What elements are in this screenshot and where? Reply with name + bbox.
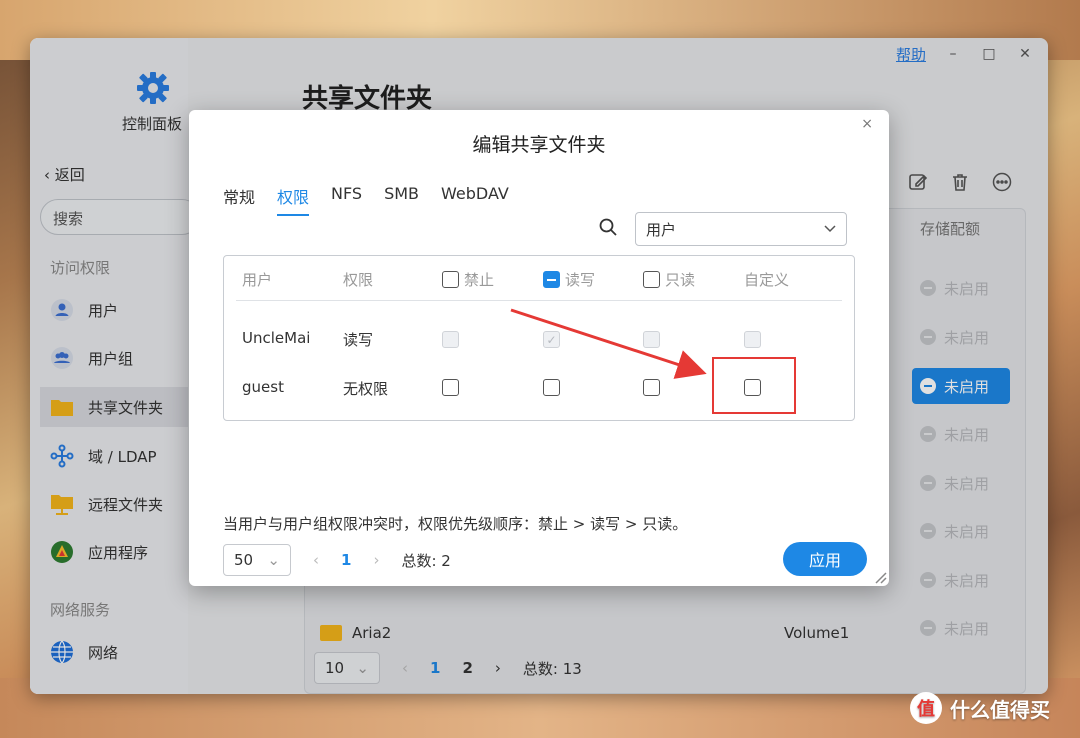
page-size-value: 50 [234, 551, 254, 569]
apply-button[interactable]: 应用 [783, 542, 867, 576]
tab-permissions[interactable]: 权限 [277, 184, 310, 216]
user-type-select[interactable]: 用户 [635, 212, 847, 246]
header-deny-label: 禁止 [464, 271, 495, 289]
tab-smb[interactable]: SMB [384, 184, 419, 216]
row-readonly-checkbox [643, 331, 660, 348]
header-custom: 自定义 [744, 271, 790, 289]
row-deny-checkbox [442, 331, 459, 348]
user-type-value: 用户 [646, 220, 677, 239]
header-user: 用户 [242, 271, 273, 289]
chevron-down-icon [824, 225, 836, 233]
row-readwrite-checkbox: ✓ [543, 331, 560, 348]
row-user-name: guest [242, 378, 284, 396]
tab-nfs[interactable]: NFS [331, 184, 362, 216]
page-1[interactable]: 1 [341, 551, 351, 569]
row-deny-checkbox[interactable] [442, 379, 459, 396]
check-icon: ✓ [546, 332, 557, 347]
header-readonly-label: 只读 [665, 271, 696, 289]
row-custom-checkbox [744, 331, 761, 348]
edit-shared-folder-dialog: 编辑共享文件夹 × 常规 权限 NFS SMB WebDAV 用户 用户 权限 … [189, 110, 889, 586]
tab-general[interactable]: 常规 [223, 184, 255, 216]
resize-grip-icon[interactable] [871, 568, 887, 584]
prev-page-icon[interactable]: ‹ [313, 551, 319, 569]
row-readonly-checkbox[interactable] [643, 379, 660, 396]
row-permission: 读写 [343, 331, 374, 349]
header-permission: 权限 [343, 271, 374, 289]
row-permission: 无权限 [343, 380, 389, 398]
row-user-name: UncleMai [242, 329, 311, 347]
readonly-all-checkbox[interactable] [643, 271, 660, 288]
annotation-highlight-box [712, 357, 796, 414]
watermark: 值 什么值得买 [910, 692, 1050, 724]
divider [236, 300, 842, 301]
watermark-logo: 值 [910, 692, 942, 724]
dialog-title: 编辑共享文件夹 [472, 134, 606, 156]
tab-webdav[interactable]: WebDAV [441, 184, 509, 216]
page-size-select[interactable]: 50 ⌄ [223, 544, 291, 576]
total-count: 总数: 2 [401, 551, 451, 570]
header-deny[interactable]: 禁止 [442, 269, 494, 290]
permission-priority-note: 当用户与用户组权限冲突时，权限优先级顺序：禁止 > 读写 > 只读。 [223, 515, 688, 533]
header-readonly[interactable]: 只读 [643, 269, 695, 290]
readwrite-all-checkbox[interactable] [543, 271, 560, 288]
search-icon[interactable] [599, 218, 617, 236]
chevron-down-icon: ⌄ [267, 551, 280, 569]
watermark-text: 什么值得买 [950, 697, 1050, 722]
row-readwrite-checkbox[interactable] [543, 379, 560, 396]
dialog-tabs: 常规 权限 NFS SMB WebDAV [223, 184, 509, 216]
dialog-pagination: 50 ⌄ ‹ 1 › 总数: 2 [223, 544, 451, 576]
next-page-icon[interactable]: › [373, 551, 379, 569]
header-readwrite-label: 读写 [565, 271, 596, 289]
header-readwrite[interactable]: 读写 [543, 269, 595, 290]
dialog-close-button[interactable]: × [861, 116, 873, 132]
deny-all-checkbox[interactable] [442, 271, 459, 288]
